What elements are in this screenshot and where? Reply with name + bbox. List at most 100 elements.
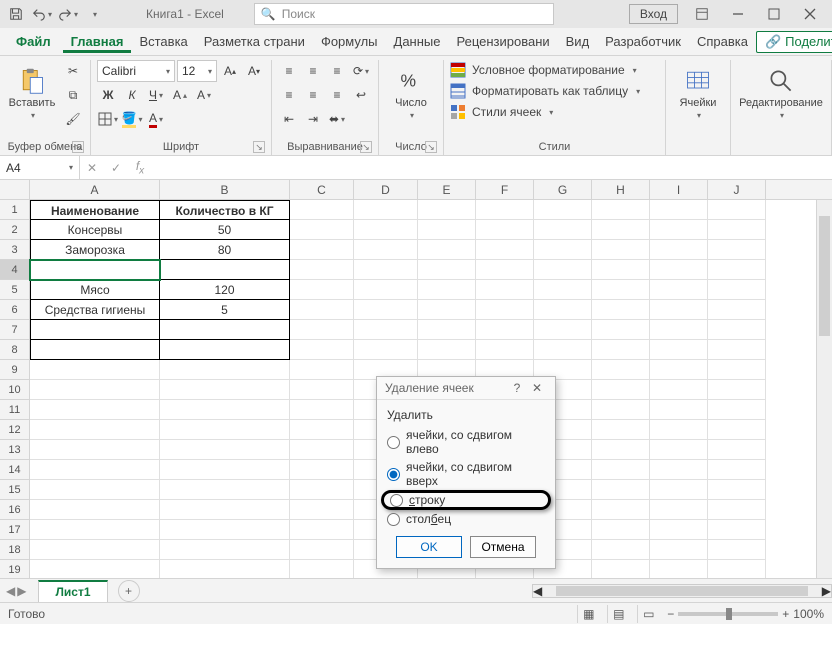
row-head-10[interactable]: 10 <box>0 380 30 400</box>
col-head-b[interactable]: B <box>160 180 290 199</box>
cell-J1[interactable] <box>708 200 766 220</box>
orientation-button[interactable]: ⟳▾ <box>350 60 372 82</box>
cell-G4[interactable] <box>534 260 592 280</box>
cell-E5[interactable] <box>418 280 476 300</box>
cell-A14[interactable] <box>30 460 160 480</box>
cell-C18[interactable] <box>290 540 354 560</box>
row-head-9[interactable]: 9 <box>0 360 30 380</box>
share-button[interactable]: 🔗Поделиться <box>756 31 832 53</box>
zoom-out-button[interactable]: − <box>667 607 674 621</box>
align-top-button[interactable]: ≡ <box>278 60 300 82</box>
row-head-11[interactable]: 11 <box>0 400 30 420</box>
number-format-button[interactable]: % Число▾ <box>385 60 437 126</box>
sheet-tab-1[interactable]: Лист1 <box>38 580 107 602</box>
minimize-button[interactable] <box>720 0 756 28</box>
zoom-level[interactable]: 100% <box>793 607 824 621</box>
cell-D8[interactable] <box>354 340 418 360</box>
cell-H5[interactable] <box>592 280 650 300</box>
cell-J9[interactable] <box>708 360 766 380</box>
col-head-j[interactable]: J <box>708 180 766 199</box>
cell-H9[interactable] <box>592 360 650 380</box>
view-normal-button[interactable]: ▦ <box>577 605 599 623</box>
wrap-text-button[interactable]: ↩ <box>350 84 372 106</box>
fx-button[interactable]: fx <box>128 156 152 179</box>
cell-G8[interactable] <box>534 340 592 360</box>
row-head-2[interactable]: 2 <box>0 220 30 240</box>
row-head-19[interactable]: 19 <box>0 560 30 578</box>
cell-A3[interactable]: Заморозка <box>30 240 160 260</box>
col-head-a[interactable]: A <box>30 180 160 199</box>
tab-view[interactable]: Вид <box>558 30 598 53</box>
maximize-button[interactable] <box>756 0 792 28</box>
cancel-formula-button[interactable]: ✕ <box>80 156 104 179</box>
cell-A11[interactable] <box>30 400 160 420</box>
cell-I16[interactable] <box>650 500 708 520</box>
cell-H12[interactable] <box>592 420 650 440</box>
cell-B17[interactable] <box>160 520 290 540</box>
cell-A8[interactable] <box>30 340 160 360</box>
cell-D7[interactable] <box>354 320 418 340</box>
cell-B16[interactable] <box>160 500 290 520</box>
cell-C3[interactable] <box>290 240 354 260</box>
close-button[interactable] <box>792 0 828 28</box>
zoom-slider[interactable] <box>678 612 778 616</box>
col-head-c[interactable]: C <box>290 180 354 199</box>
sheet-nav-prev[interactable]: ◀ <box>6 584 15 598</box>
view-page-break-button[interactable]: ▭ <box>637 605 659 623</box>
cell-A12[interactable] <box>30 420 160 440</box>
cell-F3[interactable] <box>476 240 534 260</box>
cell-B7[interactable] <box>160 320 290 340</box>
row-head-3[interactable]: 3 <box>0 240 30 260</box>
cell-A9[interactable] <box>30 360 160 380</box>
cell-B3[interactable]: 80 <box>160 240 290 260</box>
cell-I17[interactable] <box>650 520 708 540</box>
italic-button[interactable]: К <box>121 84 143 106</box>
borders-button[interactable]: ▾ <box>97 108 119 130</box>
cell-H3[interactable] <box>592 240 650 260</box>
cell-H6[interactable] <box>592 300 650 320</box>
cell-I3[interactable] <box>650 240 708 260</box>
opt-entire-row[interactable]: строку <box>381 490 551 510</box>
cell-J5[interactable] <box>708 280 766 300</box>
cell-I12[interactable] <box>650 420 708 440</box>
cell-C5[interactable] <box>290 280 354 300</box>
cell-B5[interactable]: 120 <box>160 280 290 300</box>
opt-shift-left[interactable]: ячейки, со сдвигом влево <box>387 426 545 458</box>
cell-F1[interactable] <box>476 200 534 220</box>
select-all-corner[interactable] <box>0 180 30 199</box>
zoom-in-button[interactable]: + <box>782 607 789 621</box>
cell-E3[interactable] <box>418 240 476 260</box>
cell-H16[interactable] <box>592 500 650 520</box>
view-page-layout-button[interactable]: ▤ <box>607 605 629 623</box>
copy-button[interactable]: ⧉ <box>62 84 84 106</box>
search-box[interactable]: 🔍 Поиск <box>254 3 554 25</box>
number-launcher[interactable]: ↘ <box>425 141 437 153</box>
cell-H10[interactable] <box>592 380 650 400</box>
opt-shift-up[interactable]: ячейки, со сдвигом вверх <box>387 458 545 490</box>
cell-F7[interactable] <box>476 320 534 340</box>
cell-A5[interactable]: Мясо <box>30 280 160 300</box>
cell-H18[interactable] <box>592 540 650 560</box>
cell-I18[interactable] <box>650 540 708 560</box>
cell-J19[interactable] <box>708 560 766 578</box>
redo-button[interactable]: ▾ <box>56 2 80 26</box>
format-as-table-button[interactable]: Форматировать как таблицу▾ <box>450 81 640 101</box>
cell-F6[interactable] <box>476 300 534 320</box>
cell-H13[interactable] <box>592 440 650 460</box>
cell-C7[interactable] <box>290 320 354 340</box>
cell-I7[interactable] <box>650 320 708 340</box>
tab-developer[interactable]: Разработчик <box>597 30 689 53</box>
cell-H4[interactable] <box>592 260 650 280</box>
cell-D3[interactable] <box>354 240 418 260</box>
align-right-button[interactable]: ≡ <box>326 84 348 106</box>
cell-E1[interactable] <box>418 200 476 220</box>
cell-styles-button[interactable]: Стили ячеек▾ <box>450 102 640 122</box>
cell-I1[interactable] <box>650 200 708 220</box>
vertical-scrollbar[interactable] <box>816 200 832 578</box>
cell-A16[interactable] <box>30 500 160 520</box>
col-head-g[interactable]: G <box>534 180 592 199</box>
undo-button[interactable]: ▾ <box>30 2 54 26</box>
cut-button[interactable]: ✂ <box>62 60 84 82</box>
cell-I5[interactable] <box>650 280 708 300</box>
cell-C16[interactable] <box>290 500 354 520</box>
